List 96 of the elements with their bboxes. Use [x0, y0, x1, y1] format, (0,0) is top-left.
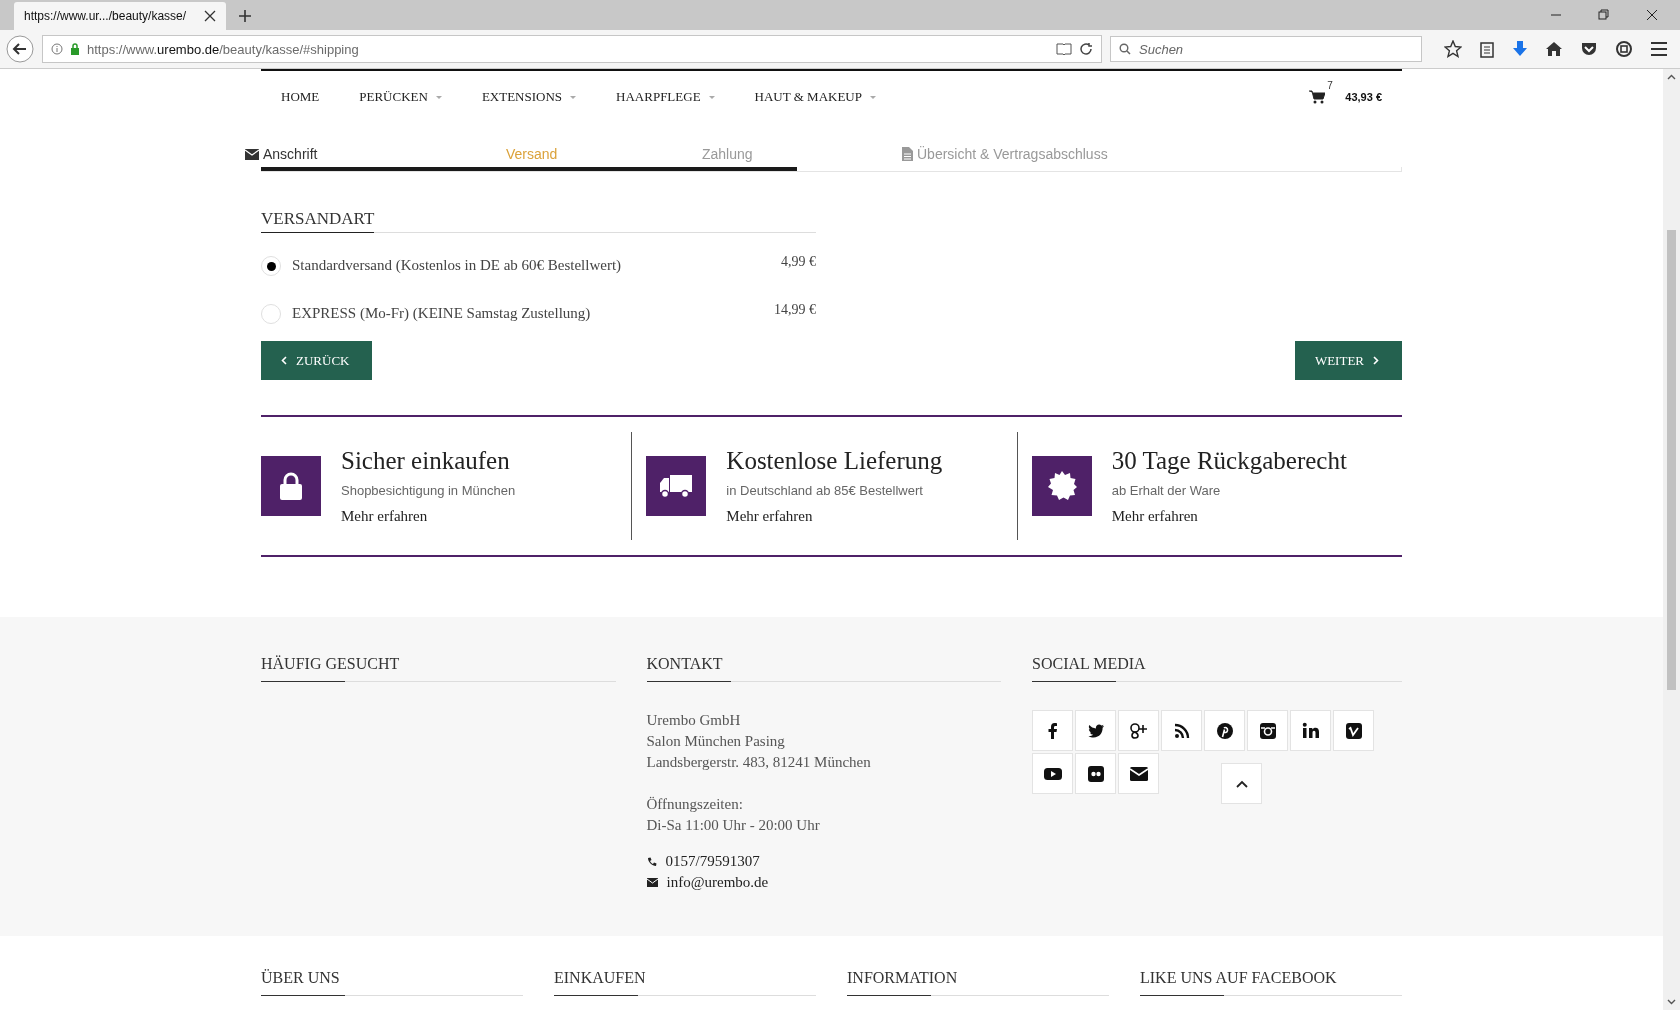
cart-count: 7: [1327, 80, 1333, 91]
chevron-left-icon: [281, 356, 287, 365]
feature-title: Sicher einkaufen: [341, 447, 510, 475]
cart-total[interactable]: 43,93 €: [1345, 91, 1382, 103]
more-link[interactable]: Mehr erfahren: [1111, 508, 1198, 525]
envelope-icon: [1129, 766, 1148, 781]
document-icon: [902, 147, 913, 161]
star-icon[interactable]: [1444, 40, 1462, 58]
back-icon[interactable]: [6, 35, 34, 63]
email-link[interactable]: info@urembo.de: [666, 872, 769, 893]
next-button[interactable]: WEITER: [1294, 341, 1402, 380]
feature-title: 30 Tage Rückgaberecht: [1111, 447, 1347, 475]
padlock-icon: [279, 472, 303, 500]
close-icon[interactable]: [1646, 9, 1658, 21]
nav-link[interactable]: PERÜCKEN: [359, 89, 428, 105]
restore-icon[interactable]: [1598, 9, 1610, 21]
nav-link[interactable]: HOME: [281, 89, 320, 105]
address-field[interactable]: https://www.urembo.de/beauty/kasse/#shipping: [42, 35, 1102, 63]
envelope-icon: [646, 878, 658, 887]
google-plus-icon: [1128, 721, 1149, 740]
youtube-icon: [1042, 765, 1063, 782]
scrollbar[interactable]: [1663, 69, 1680, 1010]
nav-link[interactable]: EXTENSIONS: [481, 89, 563, 105]
download-icon[interactable]: [1512, 40, 1528, 58]
url-text: https://www.urembo.de/beauty/kasse/#shipping: [87, 41, 360, 57]
social-button[interactable]: [1204, 710, 1245, 751]
checkout-step[interactable]: Anschrift: [245, 141, 506, 167]
reader-view-icon[interactable]: [1056, 43, 1072, 55]
social-button[interactable]: [1075, 710, 1116, 751]
footer-heading: EINKAUFEN: [554, 969, 646, 987]
phone-number[interactable]: 0157/79591307: [665, 851, 760, 872]
social-button[interactable]: [1032, 753, 1073, 794]
rss-icon: [1173, 722, 1190, 739]
reload-icon[interactable]: [1079, 42, 1093, 56]
lock-icon: [70, 43, 80, 55]
social-button[interactable]: [1290, 710, 1331, 751]
home-icon[interactable]: [1545, 40, 1563, 58]
social-button[interactable]: [1032, 710, 1073, 751]
clipboard-icon[interactable]: [1479, 40, 1495, 58]
close-icon[interactable]: [204, 10, 216, 22]
feature-subtitle: Shopbesichtigung in München: [341, 483, 516, 498]
sync-icon[interactable]: [1615, 40, 1633, 58]
scroll-up-icon[interactable]: [1667, 74, 1676, 80]
envelope-icon: [245, 148, 259, 160]
shipping-option-label[interactable]: EXPRESS (Mo-Fr) (KEINE Samstag Zustellung): [292, 305, 591, 322]
footer-heading: INFORMATION: [847, 969, 958, 987]
vimeo-icon: [1344, 721, 1363, 740]
phone-icon: [646, 856, 657, 867]
info-icon[interactable]: [51, 43, 63, 55]
footer-heading: SOCIAL MEDIA: [1032, 655, 1146, 673]
more-link[interactable]: Mehr erfahren: [341, 508, 428, 525]
scrollbar-thumb[interactable]: [1667, 230, 1676, 690]
footer-heading: ÜBER UNS: [261, 969, 340, 987]
shipping-price: 4,99 €: [781, 254, 816, 270]
footer-heading: LIKE UNS AUF FACEBOOK: [1140, 969, 1337, 987]
social-button[interactable]: [1247, 710, 1288, 751]
section-heading: VERSANDART: [261, 209, 375, 233]
menu-icon[interactable]: [1650, 41, 1668, 57]
nav-link[interactable]: HAARPFLEGE: [616, 89, 701, 105]
chevron-right-icon: [1373, 356, 1379, 365]
back-button[interactable]: ZURÜCK: [261, 341, 373, 380]
social-button[interactable]: [1118, 710, 1159, 751]
address-line: Urembo GmbH: [646, 711, 741, 730]
search-icon: [1119, 43, 1131, 55]
shipping-option-label[interactable]: Standardversand (Kostenlos in DE ab 60€ Bestellwert): [292, 257, 622, 274]
linkedin-icon: [1301, 721, 1320, 740]
chevron-up-icon: [1235, 779, 1248, 788]
social-button[interactable]: [1118, 753, 1159, 794]
new-tab-icon[interactable]: [238, 9, 252, 23]
social-button[interactable]: [1333, 710, 1374, 751]
feature-subtitle: in Deutschland ab 85€ Bestellwert: [726, 483, 923, 498]
address-line: Landsbergerstr. 483, 81241 München: [646, 753, 871, 772]
footer-heading: HÄUFIG GESUCHT: [261, 655, 400, 673]
social-button[interactable]: [1075, 753, 1116, 794]
seal-icon: [1045, 470, 1078, 502]
shipping-price: 14,99 €: [774, 302, 816, 318]
opening-hours-line: Di-Sa 11:00 Uhr - 20:00 Uhr: [646, 816, 820, 835]
browser-tab[interactable]: https://www.ur.../beauty/kasse/: [14, 2, 226, 30]
cart-icon[interactable]: [1309, 90, 1326, 104]
feature-subtitle: ab Erhalt der Ware: [1111, 483, 1221, 498]
opening-hours-line: Öffnungszeiten:: [646, 795, 743, 814]
pocket-icon[interactable]: [1580, 40, 1598, 58]
pinterest-icon: [1215, 721, 1234, 740]
feature-title: Kostenlose Lieferung: [726, 447, 943, 475]
instagram-icon: [1258, 721, 1277, 740]
nav-link[interactable]: HAUT & MAKEUP: [754, 89, 862, 105]
footer-heading: KONTAKT: [646, 655, 723, 673]
search-field[interactable]: Suchen: [1110, 36, 1422, 62]
scroll-down-icon[interactable]: [1667, 999, 1676, 1005]
address-line: Salon München Pasing: [646, 732, 785, 751]
flickr-icon: [1086, 764, 1105, 783]
truck-icon: [658, 473, 695, 499]
more-link[interactable]: Mehr erfahren: [726, 508, 813, 525]
tab-title: https://www.ur.../beauty/kasse/: [24, 9, 187, 23]
social-button[interactable]: [1161, 710, 1202, 751]
search-input[interactable]: Suchen: [1137, 40, 1391, 58]
